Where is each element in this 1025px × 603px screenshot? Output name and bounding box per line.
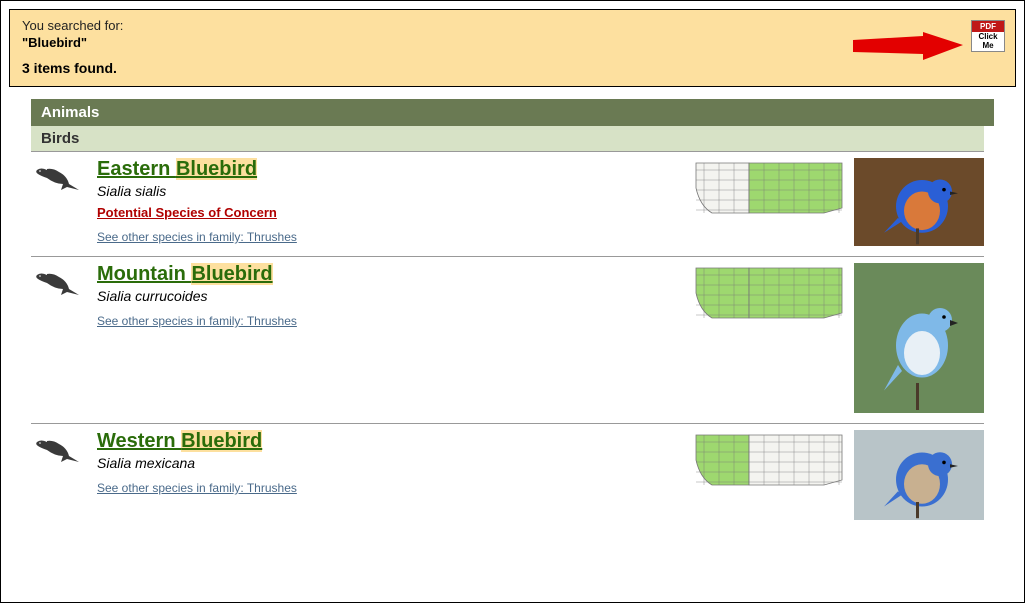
family-link[interactable]: See other species in family: Thrushes — [97, 314, 297, 328]
bird-silhouette-icon — [33, 434, 83, 464]
range-map-icon — [694, 158, 844, 218]
pdf-click-label: Click — [972, 32, 1004, 41]
range-map-cell[interactable] — [694, 263, 854, 328]
highlight: Bluebird — [181, 430, 262, 452]
arrow-icon — [853, 32, 963, 62]
result-info: Mountain Bluebird Sialia currucoides See… — [91, 263, 694, 330]
pdf-me-label: Me — [972, 41, 1004, 50]
content-area: Animals Birds Eastern Bluebird Sialia si… — [9, 87, 1016, 530]
result-count: 3 items found. — [22, 60, 1003, 76]
photo-cell[interactable] — [854, 263, 984, 413]
class-icon-cell — [31, 158, 91, 197]
concern-status[interactable]: Potential Species of Concern — [97, 205, 694, 220]
species-common-name-link[interactable]: Western Bluebird — [97, 430, 262, 453]
photo-cell[interactable] — [854, 430, 984, 520]
species-photo — [854, 430, 984, 520]
species-scientific-name: Sialia sialis — [97, 183, 694, 199]
search-banner: You searched for: "Bluebird" 3 items fou… — [9, 9, 1016, 87]
result-row: Mountain Bluebird Sialia currucoides See… — [31, 256, 984, 423]
app-frame: You searched for: "Bluebird" 3 items fou… — [0, 0, 1025, 603]
highlight: Bluebird — [176, 158, 257, 180]
search-label: You searched for: — [22, 18, 1003, 33]
pdf-export-button[interactable]: PDF Click Me — [971, 20, 1005, 52]
species-scientific-name: Sialia currucoides — [97, 288, 694, 304]
species-scientific-name: Sialia mexicana — [97, 455, 694, 471]
bird-silhouette-icon — [33, 267, 83, 297]
photo-cell[interactable] — [854, 158, 984, 246]
category-header-animals: Animals — [31, 99, 994, 126]
range-map-cell[interactable] — [694, 158, 854, 223]
category-header-birds: Birds — [31, 126, 984, 151]
result-row: Eastern Bluebird Sialia sialis Potential… — [31, 151, 984, 256]
range-map-icon — [694, 430, 844, 490]
family-link[interactable]: See other species in family: Thrushes — [97, 230, 297, 244]
range-map-cell[interactable] — [694, 430, 854, 495]
family-link[interactable]: See other species in family: Thrushes — [97, 481, 297, 495]
class-icon-cell — [31, 430, 91, 469]
result-row: Western Bluebird Sialia mexicana See oth… — [31, 423, 984, 530]
species-photo — [854, 158, 984, 246]
species-common-name-link[interactable]: Mountain Bluebird — [97, 263, 273, 286]
result-info: Eastern Bluebird Sialia sialis Potential… — [91, 158, 694, 246]
range-map-icon — [694, 263, 844, 323]
species-common-name-link[interactable]: Eastern Bluebird — [97, 158, 257, 181]
result-list: Eastern Bluebird Sialia sialis Potential… — [31, 151, 984, 530]
pdf-icon: PDF — [972, 21, 1004, 32]
result-info: Western Bluebird Sialia mexicana See oth… — [91, 430, 694, 497]
highlight: Bluebird — [191, 263, 272, 285]
class-icon-cell — [31, 263, 91, 302]
species-photo — [854, 263, 984, 413]
bird-silhouette-icon — [33, 162, 83, 192]
